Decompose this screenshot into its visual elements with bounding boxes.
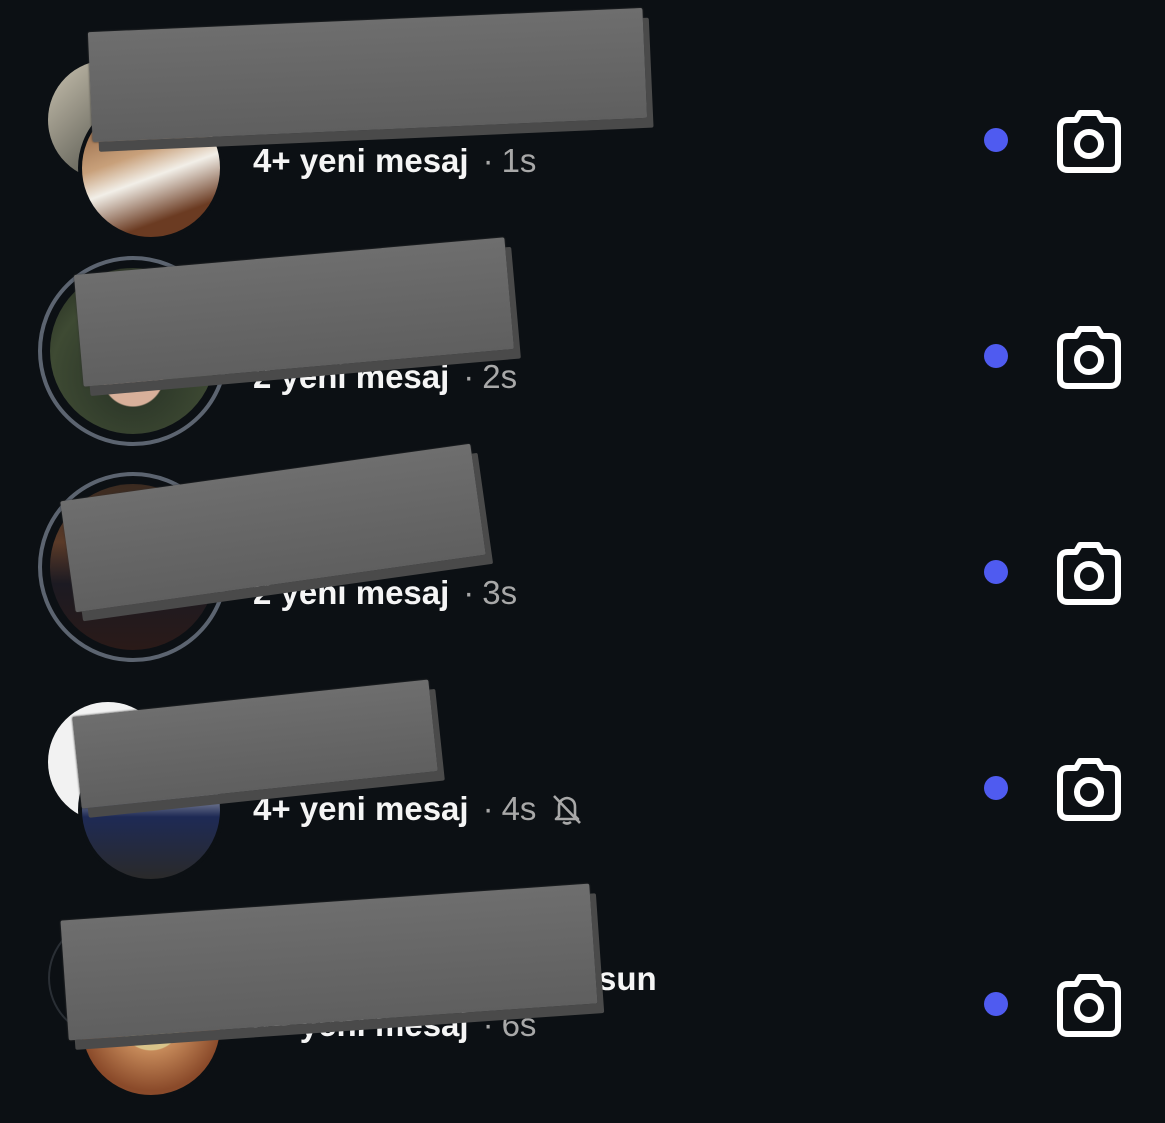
separator: · <box>463 574 475 611</box>
conversation-name: sun <box>598 960 657 997</box>
bell-off-icon <box>553 795 582 825</box>
camera-icon[interactable] <box>1054 322 1124 392</box>
conversation-row[interactable]: oban 2 yeni mesaj · 3s <box>0 432 1165 662</box>
camera-icon[interactable] <box>1054 970 1124 1040</box>
unread-dot <box>984 992 1008 1016</box>
camera-icon[interactable] <box>1054 538 1124 608</box>
timestamp: 6s <box>501 1006 537 1043</box>
camera-icon[interactable] <box>1054 106 1124 176</box>
separator: · <box>482 790 494 827</box>
conversation-row[interactable]: 4+ yeni mesaj · 4s <box>0 648 1165 883</box>
unread-dot <box>984 344 1008 368</box>
conversation-row[interactable]: sun 4+ yeni mesaj · 6s <box>0 864 1165 1099</box>
unread-dot <box>984 560 1008 584</box>
separator: · <box>482 142 494 179</box>
unread-dot <box>984 128 1008 152</box>
message-preview: 4+ yeni mesaj · 4s <box>253 790 584 828</box>
timestamp: 1s <box>501 142 537 179</box>
timestamp: 2s <box>482 358 518 395</box>
redaction-bar <box>87 7 648 143</box>
timestamp: 4s <box>501 790 537 827</box>
new-message-count: 4+ yeni mesaj <box>253 142 469 179</box>
new-message-count: 4+ yeni mesaj <box>253 790 469 827</box>
conversation-row[interactable]: yrun 4+ yeni mesaj · 1s <box>0 0 1165 241</box>
camera-icon[interactable] <box>1054 754 1124 824</box>
separator: · <box>482 1006 494 1043</box>
separator: · <box>463 358 475 395</box>
message-preview: 4+ yeni mesaj · 1s <box>253 142 536 180</box>
timestamp: 3s <box>482 574 518 611</box>
unread-dot <box>984 776 1008 800</box>
conversation-row[interactable]: ozen 2 yeni mesaj · 2s <box>0 216 1165 446</box>
